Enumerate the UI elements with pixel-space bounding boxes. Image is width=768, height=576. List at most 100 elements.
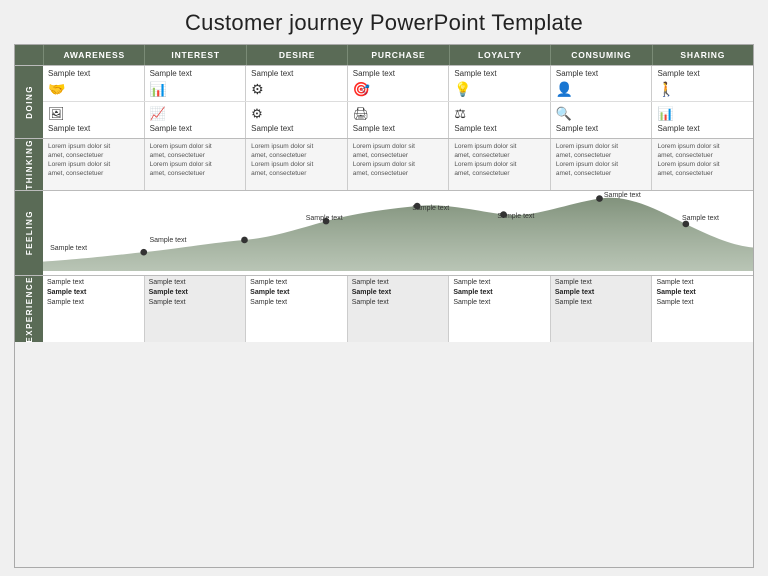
doing-bottom-icon-5: 🔍 xyxy=(556,106,572,122)
doing-top-icon-2: ⚙ xyxy=(251,81,264,98)
doing-top-cell-0: Sample text 🤝 xyxy=(43,66,144,101)
feeling-dot-5 xyxy=(500,211,507,218)
header-col-desire: DESIRE xyxy=(246,45,347,65)
header-col-loyalty: LOYALTY xyxy=(449,45,550,65)
thinking-text-line: amet, consectetuer xyxy=(454,169,545,178)
thinking-cell-0: Lorem ipsum dolor sitamet, consectetuerL… xyxy=(43,139,144,190)
exp-text-5-0: Sample text xyxy=(555,278,648,287)
doing-top-text-3: Sample text xyxy=(353,69,395,78)
header-col-interest: INTEREST xyxy=(144,45,245,65)
thinking-text-line: amet, consectetuer xyxy=(48,169,139,178)
feeling-dot-4 xyxy=(414,202,421,209)
journey-table: AWARENESS INTEREST DESIRE PURCHASE LOYAL… xyxy=(14,44,754,568)
doing-top-icon-3: 🎯 xyxy=(353,81,370,98)
experience-cell-5: Sample textSample textSample text xyxy=(550,276,652,343)
doing-top-icon-4: 💡 xyxy=(454,81,471,98)
thinking-cell-4: Lorem ipsum dolor sitamet, consectetuerL… xyxy=(448,139,550,190)
doing-top-icon-5: 👤 xyxy=(556,81,573,98)
feeling-content: Sample textSample textSample textSample … xyxy=(43,191,753,271)
doing-bottom-cell-4: ⚖ Sample text xyxy=(448,102,550,138)
header-row: AWARENESS INTEREST DESIRE PURCHASE LOYAL… xyxy=(15,45,753,65)
header-col-purchase: PURCHASE xyxy=(347,45,448,65)
doing-top-cell-3: Sample text 🎯 xyxy=(347,66,449,101)
thinking-content: Lorem ipsum dolor sitamet, consectetuerL… xyxy=(43,139,753,190)
doing-section: DOING Sample text 🤝 Sample text 📊 Sample… xyxy=(15,65,753,138)
thinking-cell-1: Lorem ipsum dolor sitamet, consectetuerL… xyxy=(144,139,246,190)
feeling-dot-6 xyxy=(596,195,603,202)
doing-label: DOING xyxy=(15,66,43,138)
thinking-text-line: Lorem ipsum dolor sit xyxy=(657,160,748,169)
doing-bottom-text-5: Sample text xyxy=(556,124,598,133)
exp-text-2-0: Sample text xyxy=(250,278,343,287)
thinking-text-line: Lorem ipsum dolor sit xyxy=(48,160,139,169)
exp-text-0-0: Sample text xyxy=(47,278,140,287)
exp-text-5-2: Sample text xyxy=(555,298,648,307)
experience-content: Sample textSample textSample textSample … xyxy=(43,276,753,343)
doing-top-cell-2: Sample text ⚙ xyxy=(245,66,347,101)
thinking-text-line: Lorem ipsum dolor sit xyxy=(353,160,444,169)
thinking-text-line: amet, consectetuer xyxy=(657,151,748,160)
doing-bottom-text-2: Sample text xyxy=(251,124,293,133)
exp-text-3-1: Sample text xyxy=(352,288,445,297)
thinking-text-line: amet, consectetuer xyxy=(48,151,139,160)
exp-text-1-1: Sample text xyxy=(149,288,242,297)
doing-bottom-text-0: Sample text xyxy=(48,124,90,133)
header-col-sharing: SHARING xyxy=(652,45,753,65)
feeling-dot-1 xyxy=(140,249,147,256)
experience-cell-2: Sample textSample textSample text xyxy=(245,276,347,343)
doing-bottom-cell-0: 🖼 Sample text xyxy=(43,102,144,138)
feeling-section: FEELING xyxy=(15,190,753,275)
doing-top-row: Sample text 🤝 Sample text 📊 Sample text … xyxy=(43,66,753,101)
thinking-text-line: Lorem ipsum dolor sit xyxy=(556,142,647,151)
doing-top-text-5: Sample text xyxy=(556,69,598,78)
doing-top-icon-0: 🤝 xyxy=(48,81,65,98)
thinking-text-line: Lorem ipsum dolor sit xyxy=(657,142,748,151)
exp-text-6-0: Sample text xyxy=(656,278,749,287)
doing-bottom-icon-2: ⚙ xyxy=(251,106,263,122)
thinking-text-line: amet, consectetuer xyxy=(353,169,444,178)
thinking-text-line: amet, consectetuer xyxy=(150,151,241,160)
thinking-text-line: Lorem ipsum dolor sit xyxy=(454,160,545,169)
thinking-text-line: Lorem ipsum dolor sit xyxy=(353,142,444,151)
doing-top-text-4: Sample text xyxy=(454,69,496,78)
doing-bottom-icon-1: 📈 xyxy=(150,106,166,122)
exp-text-2-1: Sample text xyxy=(250,288,343,297)
thinking-text-line: Lorem ipsum dolor sit xyxy=(556,160,647,169)
thinking-section: THINKING Lorem ipsum dolor sitamet, cons… xyxy=(15,138,753,190)
doing-bottom-icon-0: 🖼 xyxy=(48,106,65,122)
feeling-area xyxy=(43,197,753,270)
doing-bottom-cell-6: 📊 Sample text xyxy=(651,102,753,138)
exp-text-6-2: Sample text xyxy=(656,298,749,307)
thinking-text-line: Lorem ipsum dolor sit xyxy=(150,142,241,151)
doing-top-text-6: Sample text xyxy=(657,69,699,78)
thinking-cell-2: Lorem ipsum dolor sitamet, consectetuerL… xyxy=(245,139,347,190)
thinking-cell-6: Lorem ipsum dolor sitamet, consectetuerL… xyxy=(651,139,753,190)
doing-content: Sample text 🤝 Sample text 📊 Sample text … xyxy=(43,66,753,138)
thinking-text-line: Lorem ipsum dolor sit xyxy=(150,160,241,169)
feeling-dot-7 xyxy=(682,220,689,227)
doing-bottom-row: 🖼 Sample text 📈 Sample text ⚙ Sample tex… xyxy=(43,102,753,138)
feeling-dot-3 xyxy=(323,217,330,224)
header-col-awareness: AWARENESS xyxy=(43,45,144,65)
thinking-text-line: amet, consectetuer xyxy=(657,169,748,178)
thinking-text-line: Lorem ipsum dolor sit xyxy=(454,142,545,151)
exp-text-5-1: Sample text xyxy=(555,288,648,297)
doing-top-text-0: Sample text xyxy=(48,69,90,78)
thinking-text-line: amet, consectetuer xyxy=(251,169,342,178)
doing-top-cell-1: Sample text 📊 xyxy=(144,66,246,101)
exp-text-2-2: Sample text xyxy=(250,298,343,307)
thinking-text-line: Lorem ipsum dolor sit xyxy=(251,142,342,151)
experience-cell-6: Sample textSample textSample text xyxy=(651,276,753,343)
experience-cell-0: Sample textSample textSample text xyxy=(43,276,144,343)
thinking-text-line: amet, consectetuer xyxy=(556,169,647,178)
doing-bottom-icon-3: 🖨 xyxy=(353,106,370,122)
doing-bottom-cell-2: ⚙ Sample text xyxy=(245,102,347,138)
thinking-text-line: amet, consectetuer xyxy=(353,151,444,160)
experience-cell-3: Sample textSample textSample text xyxy=(347,276,449,343)
doing-top-icon-6: 🚶 xyxy=(657,81,674,98)
experience-cell-4: Sample textSample textSample text xyxy=(448,276,550,343)
doing-top-text-2: Sample text xyxy=(251,69,293,78)
doing-bottom-icon-4: ⚖ xyxy=(454,106,466,122)
exp-text-3-0: Sample text xyxy=(352,278,445,287)
experience-cell-1: Sample textSample textSample text xyxy=(144,276,246,343)
